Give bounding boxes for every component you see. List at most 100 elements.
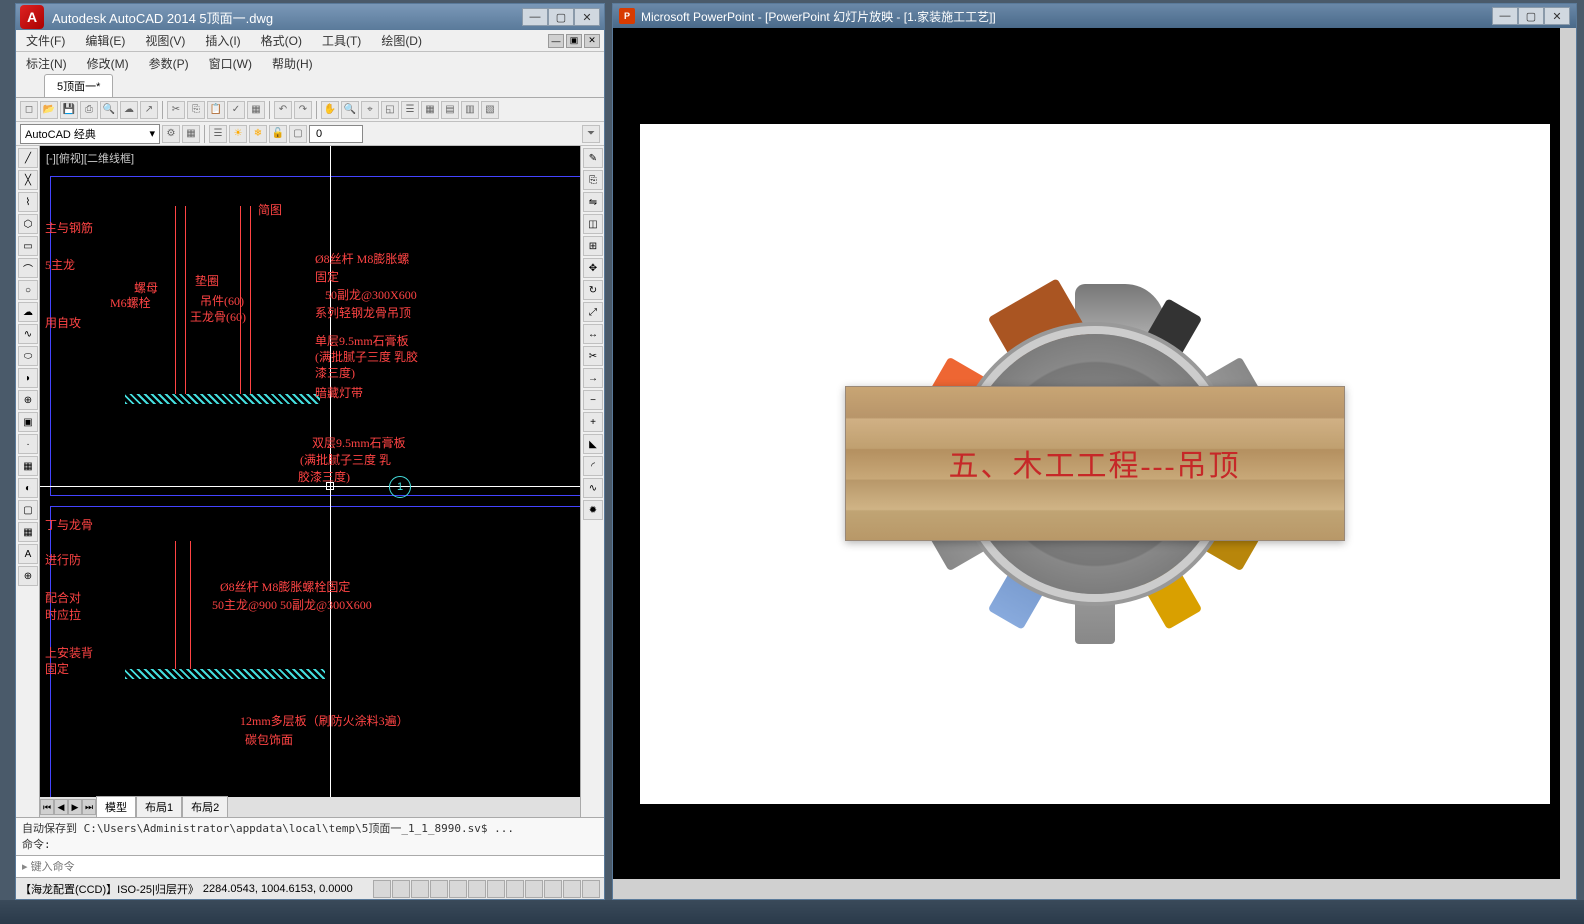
trim-tool-icon[interactable]: ✂	[583, 346, 603, 366]
layout-nav-prev-icon[interactable]: ◀	[54, 799, 68, 815]
qp-toggle[interactable]	[544, 880, 562, 898]
mtext-tool-icon[interactable]: A	[18, 544, 38, 564]
print-icon[interactable]: ⎙	[80, 101, 98, 119]
block-tool-icon[interactable]: ▣	[18, 412, 38, 432]
gradient-tool-icon[interactable]: ◐	[18, 478, 38, 498]
redo-icon[interactable]: ↷	[294, 101, 312, 119]
osnap-toggle[interactable]	[449, 880, 467, 898]
rotate-tool-icon[interactable]: ↻	[583, 280, 603, 300]
ppt-maximize-button[interactable]: ▢	[1518, 7, 1544, 25]
export-icon[interactable]: ↗	[140, 101, 158, 119]
grid-toggle[interactable]	[392, 880, 410, 898]
ppt-close-button[interactable]: ✕	[1544, 7, 1570, 25]
layer-light-icon[interactable]: ☀	[229, 125, 247, 143]
menu-insert[interactable]: 插入(I)	[195, 30, 250, 51]
properties-icon[interactable]: ☰	[401, 101, 419, 119]
menu-help[interactable]: 帮助(H)	[262, 52, 323, 74]
point-tool-icon[interactable]: ·	[18, 434, 38, 454]
menu-view[interactable]: 视图(V)	[135, 30, 195, 51]
view-label[interactable]: [-][俯视][二维线框]	[46, 150, 134, 166]
zoom-icon[interactable]: 🔍	[341, 101, 359, 119]
layout-tab-1[interactable]: 布局1	[136, 796, 182, 817]
paste-icon[interactable]: 📋	[207, 101, 225, 119]
ortho-toggle[interactable]	[411, 880, 429, 898]
designcenter-icon[interactable]: ▦	[421, 101, 439, 119]
layout-nav-last-icon[interactable]: ⏭	[82, 799, 96, 815]
markup-icon[interactable]: ▧	[481, 101, 499, 119]
menu-tools[interactable]: 工具(T)	[312, 30, 371, 51]
arc-tool-icon[interactable]: ⌒	[18, 258, 38, 278]
anno-toggle[interactable]	[582, 880, 600, 898]
move-tool-icon[interactable]: ✥	[583, 258, 603, 278]
menu-edit[interactable]: 编辑(E)	[75, 30, 135, 51]
extend-tool-icon[interactable]: →	[583, 368, 603, 388]
explode-tool-icon[interactable]: ✹	[583, 500, 603, 520]
menu-dimension[interactable]: 标注(N)	[16, 52, 77, 74]
stretch-tool-icon[interactable]: ↔	[583, 324, 603, 344]
layer-lock-icon[interactable]: 🔓	[269, 125, 287, 143]
slideshow-area[interactable]: 五、木工工程---吊顶	[613, 28, 1576, 899]
menu-draw[interactable]: 绘图(D)	[371, 30, 432, 51]
toolpalette-icon[interactable]: ▤	[441, 101, 459, 119]
polyline-tool-icon[interactable]: ⌇	[18, 192, 38, 212]
fillet-tool-icon[interactable]: ◜	[583, 456, 603, 476]
blend-tool-icon[interactable]: ∿	[583, 478, 603, 498]
line-tool-icon[interactable]: ╱	[18, 148, 38, 168]
layer-color-icon[interactable]: ▢	[289, 125, 307, 143]
powerpoint-titlebar[interactable]: P Microsoft PowerPoint - [PowerPoint 幻灯片…	[613, 4, 1576, 28]
layer-manager-icon[interactable]: ☰	[209, 125, 227, 143]
command-input[interactable]	[31, 861, 598, 873]
copy-tool-icon[interactable]: ⎘	[583, 170, 603, 190]
break-tool-icon[interactable]: −	[583, 390, 603, 410]
zoom-prev-icon[interactable]: ◱	[381, 101, 399, 119]
rectangle-tool-icon[interactable]: ▭	[18, 236, 38, 256]
dyn-toggle[interactable]	[506, 880, 524, 898]
layer-selector[interactable]: 0	[309, 125, 363, 143]
preview-icon[interactable]: 🔍	[100, 101, 118, 119]
region-tool-icon[interactable]: ▢	[18, 500, 38, 520]
match-icon[interactable]: ✓	[227, 101, 245, 119]
close-button[interactable]: ✕	[574, 8, 600, 26]
join-tool-icon[interactable]: +	[583, 412, 603, 432]
addsel-tool-icon[interactable]: ⊕	[18, 566, 38, 586]
layer-filter-icon[interactable]: ⏷	[582, 125, 600, 143]
save-icon[interactable]: 💾	[60, 101, 78, 119]
layer-freeze-icon[interactable]: ❄	[249, 125, 267, 143]
workspace-save-icon[interactable]: ▦	[182, 125, 200, 143]
table-tool-icon[interactable]: ▦	[18, 522, 38, 542]
circle-tool-icon[interactable]: ○	[18, 280, 38, 300]
ppt-scrollbar-h[interactable]	[613, 879, 1576, 899]
cloud-tool-icon[interactable]: ☁	[18, 302, 38, 322]
new-icon[interactable]: ◻	[20, 101, 38, 119]
layout-tab-model[interactable]: 模型	[96, 796, 136, 817]
layout-nav-next-icon[interactable]: ▶	[68, 799, 82, 815]
ppt-scrollbar-v[interactable]	[1560, 28, 1576, 879]
mirror-tool-icon[interactable]: ⇋	[583, 192, 603, 212]
undo-icon[interactable]: ↶	[274, 101, 292, 119]
publish-icon[interactable]: ☁	[120, 101, 138, 119]
lwt-toggle[interactable]	[525, 880, 543, 898]
windows-taskbar[interactable]	[0, 900, 1584, 924]
pan-icon[interactable]: ✋	[321, 101, 339, 119]
xline-tool-icon[interactable]: ╳	[18, 170, 38, 190]
menu-format[interactable]: 格式(O)	[251, 30, 312, 51]
offset-tool-icon[interactable]: ◫	[583, 214, 603, 234]
ellipse-tool-icon[interactable]: ⬭	[18, 346, 38, 366]
autocad-titlebar[interactable]: A Autodesk AutoCAD 2014 5顶面一.dwg — ▢ ✕	[16, 4, 604, 30]
ducs-toggle[interactable]	[487, 880, 505, 898]
ppt-minimize-button[interactable]: —	[1492, 7, 1518, 25]
maximize-button[interactable]: ▢	[548, 8, 574, 26]
menu-modify[interactable]: 修改(M)	[77, 52, 139, 74]
snap-toggle[interactable]	[373, 880, 391, 898]
array-tool-icon[interactable]: ⊞	[583, 236, 603, 256]
zoom-window-icon[interactable]: ⌖	[361, 101, 379, 119]
sheet-icon[interactable]: ▥	[461, 101, 479, 119]
workspace-dropdown[interactable]: AutoCAD 经典▾	[20, 124, 160, 144]
insert-tool-icon[interactable]: ⊕	[18, 390, 38, 410]
model-toggle[interactable]	[563, 880, 581, 898]
menu-parametric[interactable]: 参数(P)	[139, 52, 199, 74]
polygon-tool-icon[interactable]: ⬡	[18, 214, 38, 234]
erase-tool-icon[interactable]: ✎	[583, 148, 603, 168]
menu-file[interactable]: 文件(F)	[16, 30, 75, 51]
workspace-settings-icon[interactable]: ⚙	[162, 125, 180, 143]
